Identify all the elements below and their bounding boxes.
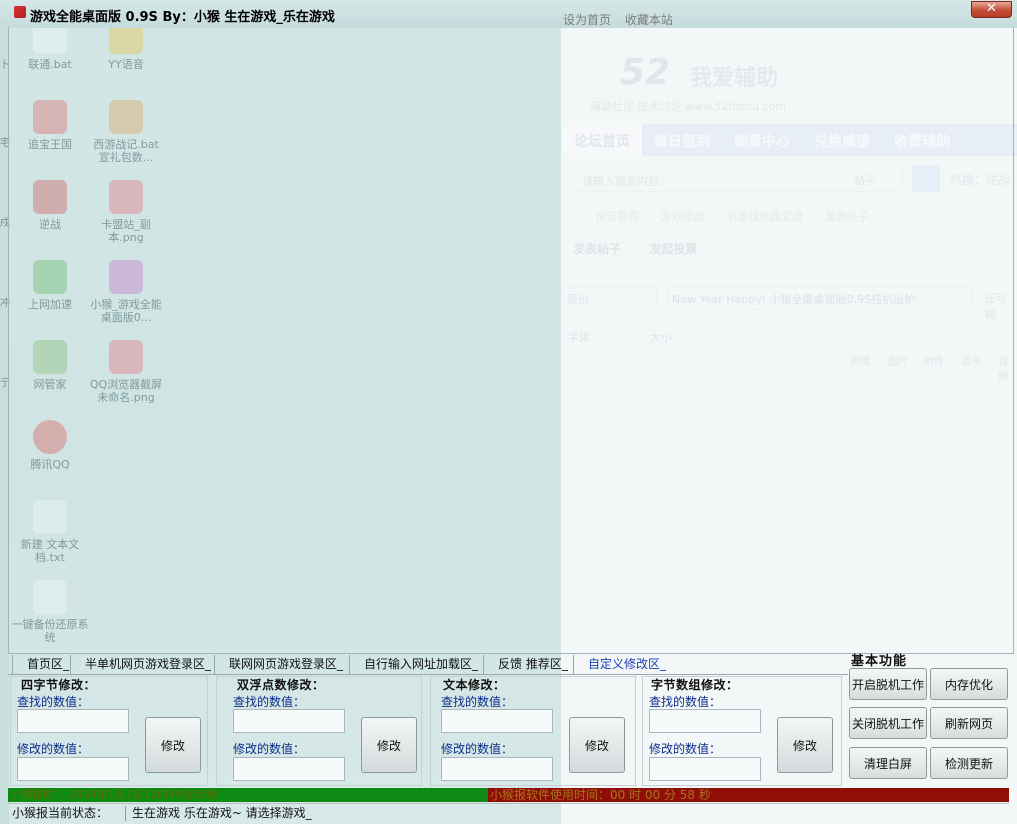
group-title: 四字节修改： xyxy=(21,678,97,692)
find-value-input[interactable] xyxy=(441,709,553,733)
group-title: 文本修改： xyxy=(443,678,506,692)
modify-button[interactable]: 修改 xyxy=(361,717,417,773)
modify-button[interactable]: 修改 xyxy=(569,717,625,773)
status-label: 小猴报当前状态： xyxy=(12,806,109,820)
modify-value-input[interactable] xyxy=(233,757,345,781)
check-update-button[interactable]: 检测更新 xyxy=(930,747,1008,779)
refresh-page-button[interactable]: 刷新网页 xyxy=(930,707,1008,739)
bookmark-link[interactable]: 收藏本站 xyxy=(625,13,673,27)
title-bar[interactable]: 游戏全能桌面版 0.9S By：小猴 生在游戏_乐在游戏 ✕ xyxy=(0,0,1017,28)
tab-home[interactable]: 首页区_ xyxy=(12,655,69,675)
clear-white-screen-button[interactable]: 清理白屏 xyxy=(849,747,927,779)
modify-value-label: 修改的数值： xyxy=(441,742,514,756)
modify-value-label: 修改的数值： xyxy=(17,742,90,756)
close-button[interactable]: ✕ xyxy=(971,1,1012,18)
find-value-label: 查找的数值： xyxy=(441,695,514,709)
find-value-label: 查找的数值： xyxy=(649,695,722,709)
modify-button[interactable]: 修改 xyxy=(145,717,201,773)
tab-online-login[interactable]: 联网网页游戏登录区_ xyxy=(214,655,343,675)
tab-semi-standalone-login[interactable]: 半单机网页游戏登录区_ xyxy=(70,655,211,675)
app-icon xyxy=(14,6,26,18)
modify-button[interactable]: 修改 xyxy=(777,717,833,773)
group-four-byte: 四字节修改： 查找的数值： 修改的数值： 修改 xyxy=(10,676,208,786)
find-value-input[interactable] xyxy=(649,709,761,733)
tab-custom-modify[interactable]: 自定义修改区_ xyxy=(573,655,666,675)
modify-value-input[interactable] xyxy=(649,757,761,781)
status-separator xyxy=(125,806,126,821)
memory-optimize-button[interactable]: 内存优化 xyxy=(930,668,1008,700)
close-icon: ✕ xyxy=(986,1,997,16)
modify-value-label: 修改的数值： xyxy=(233,742,306,756)
group-byte-array: 字节数组修改： 查找的数值： 修改的数值： 修改 xyxy=(642,676,842,786)
status-bar: 小猴报当前状态： 生在游戏 乐在游戏~ 请选择游戏_ xyxy=(8,803,1009,822)
find-value-label: 查找的数值： xyxy=(17,695,90,709)
group-title: 字节数组修改： xyxy=(651,678,739,692)
group-text: 文本修改： 查找的数值： 修改的数值： 修改 xyxy=(430,676,636,786)
usage-time-bar: 小猴报软件使用时间：00 时 00 分 58 秒 xyxy=(488,788,1009,802)
window-title: 游戏全能桌面版 0.9S By：小猴 生在游戏_乐在游戏 xyxy=(30,10,335,25)
group-title: 双浮点数修改： xyxy=(237,678,325,692)
browser-view-frame xyxy=(8,27,1014,654)
find-value-label: 查找的数值： xyxy=(233,695,306,709)
set-homepage-link[interactable]: 设为首页 xyxy=(563,13,611,27)
enable-offline-button[interactable]: 开启脱机工作 xyxy=(849,668,927,700)
disable-offline-button[interactable]: 关闭脱机工作 xyxy=(849,707,927,739)
web-top-links-overlay: 设为首页 收藏本站 xyxy=(563,11,683,28)
status-value: 生在游戏 乐在游戏~ 请选择游戏_ xyxy=(132,806,312,820)
modify-value-label: 修改的数值： xyxy=(649,742,722,756)
find-value-input[interactable] xyxy=(17,709,129,733)
tab-custom-url[interactable]: 自行输入网址加载区_ xyxy=(349,655,478,675)
tab-strip: 首页区_ 半单机网页游戏登录区_ 联网网页游戏登录区_ 自行输入网址加载区_ 反… xyxy=(8,655,848,675)
tab-feedback[interactable]: 反馈 推荐区_ xyxy=(483,655,568,675)
modify-value-input[interactable] xyxy=(441,757,553,781)
find-value-input[interactable] xyxy=(233,709,345,733)
basic-functions-title: 基本功能 xyxy=(851,654,908,669)
modify-value-input[interactable] xyxy=(17,757,129,781)
report-time-bar: 小猴报时 ：2014年1月1日11时49分55秒 xyxy=(8,788,488,802)
group-double-float: 双浮点数修改： 查找的数值： 修改的数值： 修改 xyxy=(216,676,422,786)
